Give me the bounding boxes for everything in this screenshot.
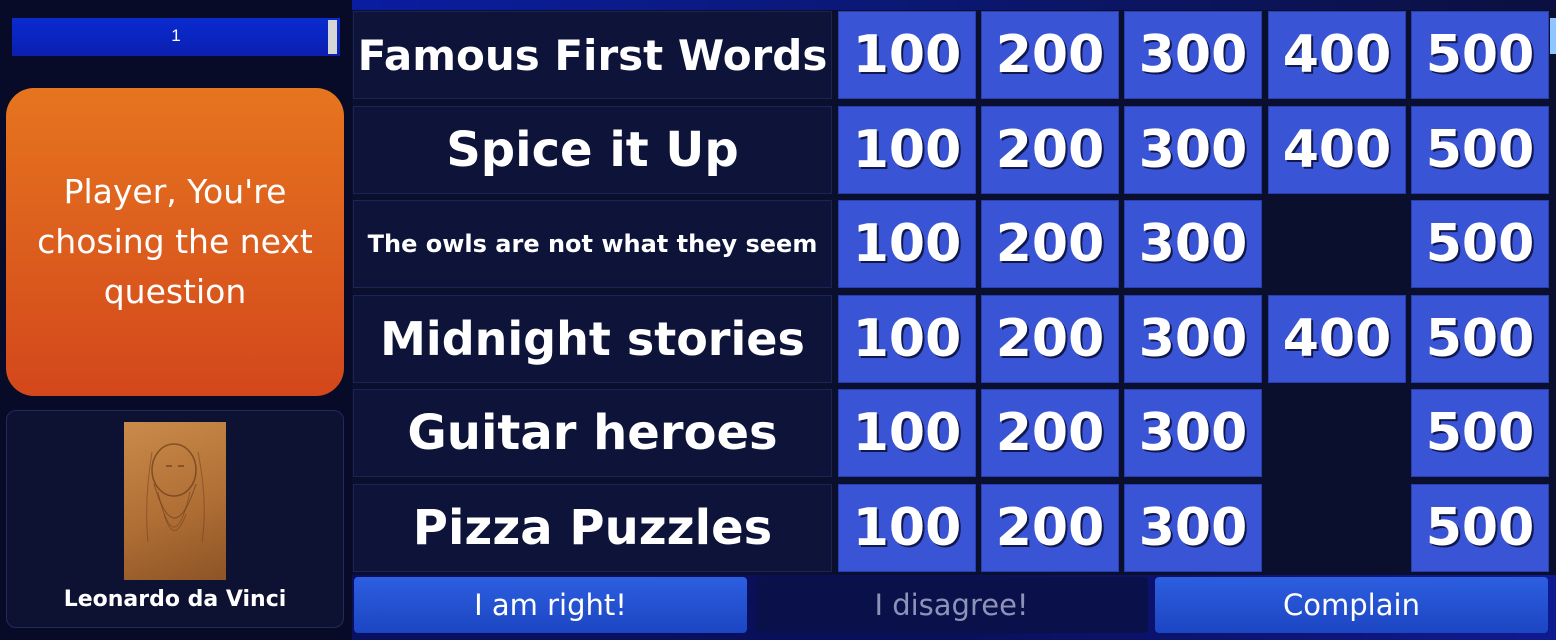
complain-button[interactable]: Complain [1155,577,1548,633]
question-tile[interactable]: 100 [838,389,976,477]
player-avatar [124,422,226,580]
i-am-right-button[interactable]: I am right! [354,577,747,633]
scrollbar-thumb[interactable] [1550,18,1556,54]
question-tile[interactable]: 300 [1124,200,1262,288]
question-tile[interactable]: 500 [1411,200,1549,288]
question-tile[interactable]: 400 [1268,106,1406,194]
i-disagree-button[interactable]: I disagree! [755,577,1148,633]
question-tile[interactable]: 100 [838,11,976,99]
question-tile[interactable]: 200 [981,484,1119,572]
question-tile[interactable]: 300 [1124,295,1262,383]
question-tile[interactable]: 300 [1124,389,1262,477]
question-tile[interactable]: 500 [1411,389,1549,477]
used-question-tile [1268,389,1406,477]
game-board: Famous First Words 100 200 300 400 500 Spice i… [352,10,1552,575]
question-tile[interactable]: 100 [838,295,976,383]
question-tile[interactable]: 100 [838,484,976,572]
question-tile[interactable]: 100 [838,200,976,288]
question-tile[interactable]: 400 [1268,11,1406,99]
used-question-tile [1268,200,1406,288]
turn-message: Player, You're chosing the next question [37,172,313,311]
round-progress-bar: 1 [12,18,340,56]
category-label: Guitar heroes [353,389,832,477]
player-card: Leonardo da Vinci [6,410,344,628]
portrait-sketch [146,443,205,543]
category-label: Midnight stories [353,295,832,383]
progress-handle [328,20,337,54]
question-tile[interactable]: 200 [981,389,1119,477]
question-tile[interactable]: 200 [981,106,1119,194]
used-question-tile [1268,484,1406,572]
question-tile[interactable]: 500 [1411,484,1549,572]
round-number: 1 [171,26,181,45]
question-tile[interactable]: 200 [981,295,1119,383]
question-tile[interactable]: 300 [1124,106,1262,194]
question-tile[interactable]: 400 [1268,295,1406,383]
question-tile[interactable]: 200 [981,11,1119,99]
question-tile[interactable]: 500 [1411,106,1549,194]
question-tile[interactable]: 500 [1411,295,1549,383]
question-tile[interactable]: 300 [1124,11,1262,99]
player-name: Leonardo da Vinci [63,587,287,612]
category-label: The owls are not what they seem [353,200,832,288]
question-tile[interactable]: 500 [1411,11,1549,99]
category-label: Famous First Words [353,11,832,99]
category-label: Pizza Puzzles [353,484,832,572]
category-label: Spice it Up [353,106,832,194]
turn-message-card: Player, You're chosing the next question [6,88,344,396]
question-tile[interactable]: 200 [981,200,1119,288]
question-tile[interactable]: 100 [838,106,976,194]
question-tile[interactable]: 300 [1124,484,1262,572]
